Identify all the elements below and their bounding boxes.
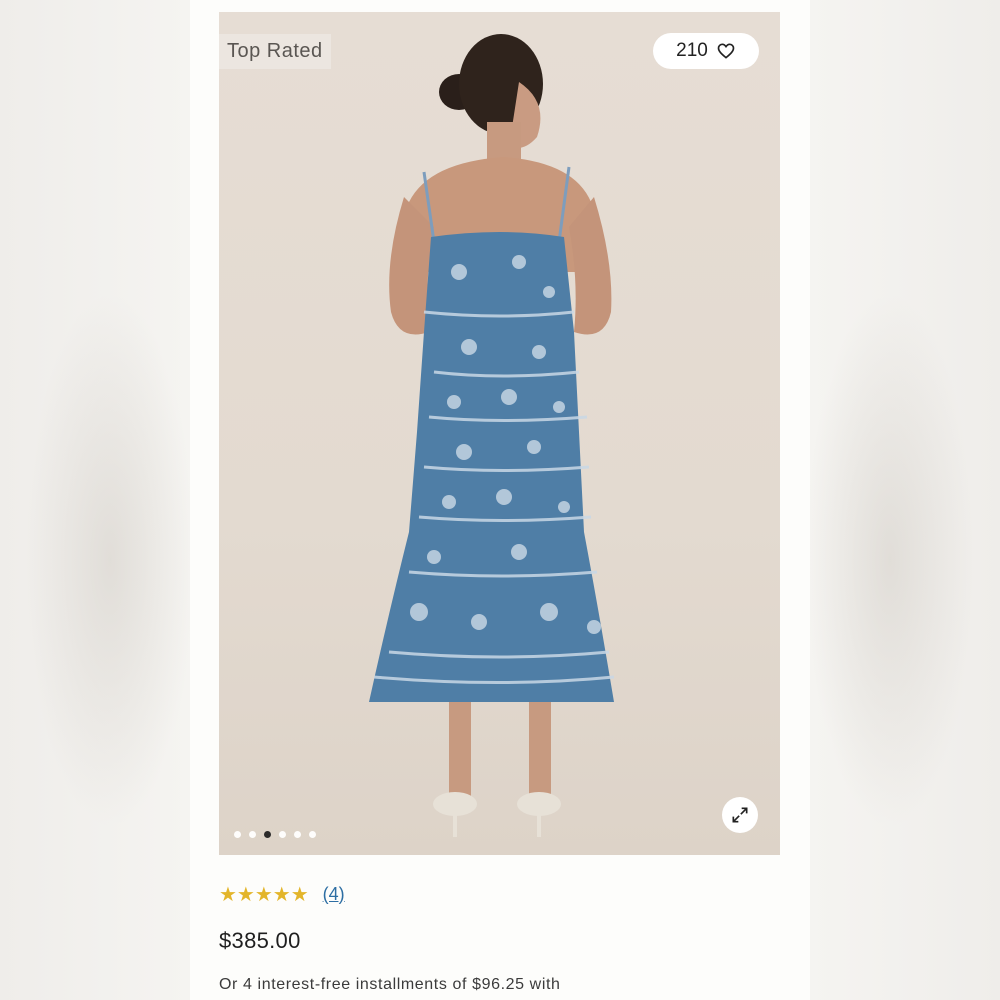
product-image-gallery[interactable]: Top Rated 210 — [219, 12, 780, 855]
gallery-dot[interactable] — [309, 831, 316, 838]
favorite-count: 210 — [676, 40, 708, 61]
gallery-pagination — [234, 831, 316, 838]
background-blur-right — [810, 0, 1000, 1000]
favorite-button[interactable]: 210 — [653, 33, 759, 69]
review-count-link[interactable]: (4) — [323, 884, 345, 905]
gallery-dot-active[interactable] — [264, 831, 271, 838]
gallery-dot[interactable] — [234, 831, 241, 838]
star-rating-icon: ★★★★★ — [219, 882, 309, 906]
gallery-dot[interactable] — [279, 831, 286, 838]
expand-icon — [732, 807, 748, 823]
product-card: Top Rated 210 ★★★★★ (4) $385.00 Or 4 int… — [190, 0, 810, 1000]
heart-icon — [717, 43, 735, 59]
product-rating: ★★★★★ (4) — [219, 882, 345, 906]
background-blur-left — [0, 0, 190, 1000]
installments-text: Or 4 interest-free installments of $96.2… — [219, 976, 561, 993]
product-photo — [369, 34, 615, 837]
gallery-dot[interactable] — [294, 831, 301, 838]
top-rated-badge: Top Rated — [219, 34, 331, 69]
gallery-dot[interactable] — [249, 831, 256, 838]
product-price: $385.00 — [219, 928, 301, 953]
expand-image-button[interactable] — [722, 797, 758, 833]
